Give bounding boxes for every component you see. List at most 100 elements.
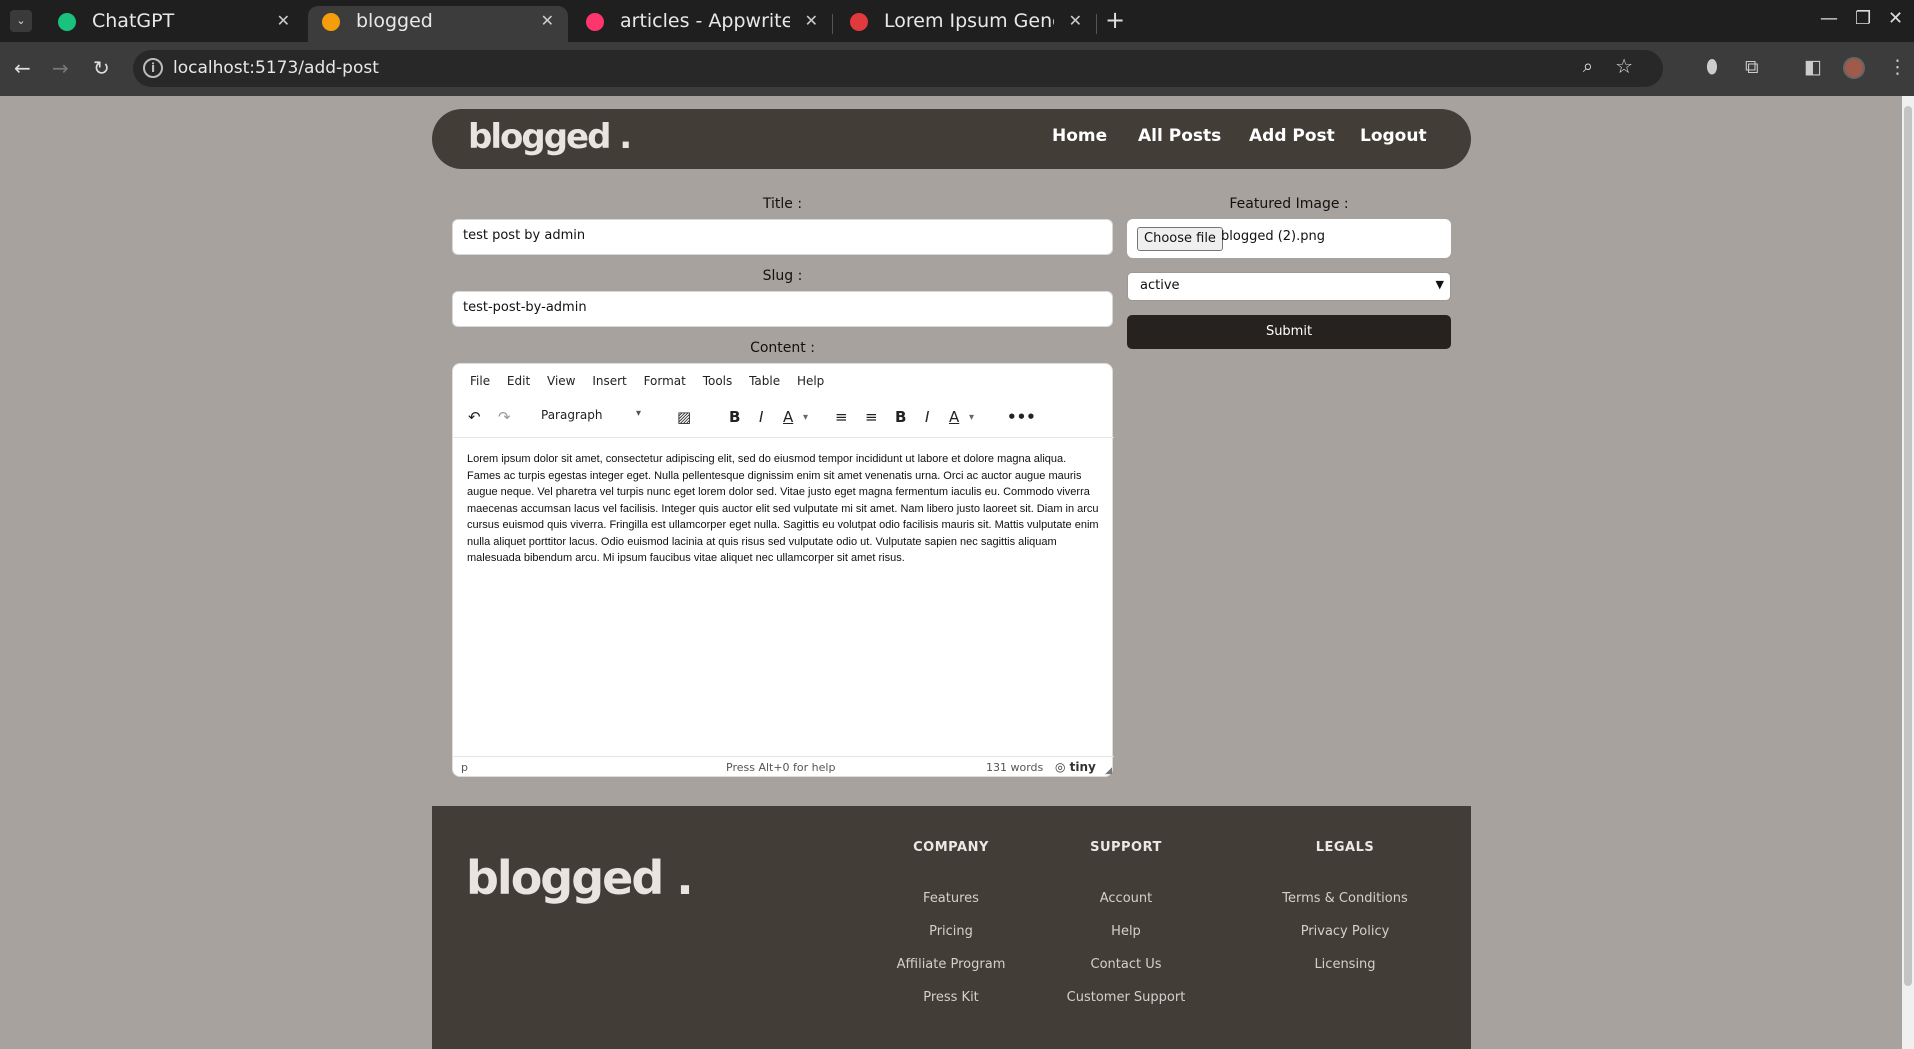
menu-insert[interactable]: Insert <box>592 374 626 388</box>
chevron-down-icon: ▾ <box>635 408 641 419</box>
page-scrollbar[interactable] <box>1902 96 1914 1049</box>
text-color-icon[interactable]: A <box>949 408 959 426</box>
undo-icon[interactable]: ↶ <box>468 408 481 426</box>
footer-link[interactable]: Licensing <box>1255 957 1435 976</box>
footer-link[interactable]: Pricing <box>861 924 1041 943</box>
nav-home[interactable]: Home <box>1052 126 1107 146</box>
footer-logo[interactable]: blogged . <box>466 851 694 905</box>
status-value: active <box>1140 278 1180 293</box>
editor-menubar: File Edit View Insert Format Tools Table… <box>470 374 837 388</box>
profile-avatar[interactable] <box>1843 57 1865 79</box>
menu-edit[interactable]: Edit <box>507 374 530 388</box>
element-path[interactable]: p <box>461 761 468 774</box>
italic-icon[interactable]: I <box>925 408 929 426</box>
tab-chatgpt[interactable]: ChatGPT ✕ <box>44 6 304 42</box>
brand-text: tiny <box>1069 760 1096 774</box>
footer-heading: SUPPORT <box>1090 840 1162 855</box>
choose-file-button[interactable]: Choose file <box>1137 227 1223 251</box>
redo-icon[interactable]: ↷ <box>498 408 511 426</box>
submit-button[interactable]: Submit <box>1127 315 1451 349</box>
footer-link[interactable]: Contact Us <box>1036 957 1216 976</box>
close-window-icon[interactable]: ✕ <box>1888 8 1903 29</box>
close-tab-icon[interactable]: ✕ <box>541 6 554 36</box>
reload-icon[interactable]: ↻ <box>93 56 110 80</box>
footer-link[interactable]: Help <box>1036 924 1216 943</box>
word-count[interactable]: 131 words <box>986 761 1043 774</box>
align-center-icon[interactable]: ≡ <box>865 408 878 426</box>
footer-column-company: COMPANY Features Pricing Affiliate Progr… <box>861 840 1041 1009</box>
tab-blogged[interactable]: blogged ✕ <box>308 6 568 42</box>
text-color-icon[interactable]: A <box>783 408 793 426</box>
bookmark-star-icon[interactable]: ☆ <box>1615 54 1633 78</box>
footer-link[interactable]: Press Kit <box>861 990 1041 1009</box>
content-label: Content : <box>750 340 815 356</box>
browser-menu-icon[interactable]: ⋮ <box>1888 56 1907 78</box>
site-logo[interactable]: blogged . <box>468 117 632 157</box>
slug-input[interactable]: test-post-by-admin <box>452 291 1113 327</box>
browser-tab-bar: ⌄ ChatGPT ✕ blogged ✕ articles - Appwrit… <box>0 0 1914 42</box>
tab-lorem-ipsum[interactable]: Lorem Ipsum Generato ✕ <box>836 6 1096 42</box>
tab-title: blogged <box>356 10 433 32</box>
menu-table[interactable]: Table <box>749 374 780 388</box>
block-format-select[interactable]: Paragraph ▾ <box>541 408 641 422</box>
side-panel-icon[interactable]: ◧ <box>1804 56 1822 78</box>
back-icon[interactable]: ← <box>14 56 31 80</box>
appwrite-favicon-icon <box>586 13 604 31</box>
featured-image-input[interactable]: Choose file blogged (2).png <box>1127 219 1451 258</box>
menu-file[interactable]: File <box>470 374 490 388</box>
site-info-icon[interactable]: i <box>143 58 163 78</box>
chevron-down-icon[interactable]: ▾ <box>803 412 808 423</box>
bold-icon[interactable]: B <box>895 408 906 426</box>
menu-tools[interactable]: Tools <box>703 374 733 388</box>
new-tab-icon[interactable]: + <box>1105 6 1125 34</box>
menu-format[interactable]: Format <box>644 374 686 388</box>
footer-link[interactable]: Account <box>1036 891 1216 910</box>
extensions-puzzle-icon[interactable]: ⧉ <box>1745 56 1759 78</box>
footer-column-legals: LEGALS Terms & Conditions Privacy Policy… <box>1255 840 1435 976</box>
nav-logout[interactable]: Logout <box>1360 126 1427 146</box>
forward-icon[interactable]: → <box>52 56 69 80</box>
footer-link[interactable]: Terms & Conditions <box>1255 891 1435 910</box>
url-text[interactable]: localhost:5173/add-post <box>173 58 379 78</box>
footer-link[interactable]: Features <box>861 891 1041 910</box>
align-left-icon[interactable]: ≡ <box>835 408 848 426</box>
editor-content[interactable]: Lorem ipsum dolor sit amet, consectetur … <box>467 451 1101 567</box>
menu-help[interactable]: Help <box>797 374 824 388</box>
restore-icon[interactable]: ❐ <box>1855 8 1871 29</box>
browser-toolbar: ← → ↻ i localhost:5173/add-post ⌕ ☆ ⬮ ⧉ … <box>0 42 1914 96</box>
resize-handle-icon[interactable]: ◢ <box>1105 766 1112 776</box>
insert-image-icon[interactable]: ▨ <box>677 408 691 426</box>
zoom-icon[interactable]: ⌕ <box>1583 56 1593 77</box>
italic-icon[interactable]: I <box>759 408 763 426</box>
blogged-favicon-icon <box>322 13 340 31</box>
tab-title: ChatGPT <box>92 10 175 32</box>
tab-list-button[interactable]: ⌄ <box>10 10 32 32</box>
minimize-icon[interactable]: — <box>1820 8 1838 29</box>
close-tab-icon[interactable]: ✕ <box>1069 6 1082 36</box>
tab-appwrite[interactable]: articles - Appwrite ✕ <box>572 6 832 42</box>
more-options-icon[interactable]: ••• <box>1007 408 1036 426</box>
footer-link[interactable]: Privacy Policy <box>1255 924 1435 943</box>
address-bar[interactable]: i localhost:5173/add-post ⌕ ☆ <box>133 50 1663 87</box>
footer-link[interactable]: Affiliate Program <box>861 957 1041 976</box>
help-hint: Press Alt+0 for help <box>726 761 836 774</box>
nav-add-post[interactable]: Add Post <box>1249 126 1335 146</box>
footer-link[interactable]: Customer Support <box>1036 990 1216 1009</box>
title-input[interactable]: test post by admin <box>452 219 1113 255</box>
tab-separator <box>1096 14 1097 34</box>
title-label: Title : <box>762 196 803 212</box>
file-name: blogged (2).png <box>1221 229 1325 244</box>
close-tab-icon[interactable]: ✕ <box>277 6 290 36</box>
block-format-value: Paragraph <box>541 408 603 422</box>
tiny-logo[interactable]: ◎ tiny <box>1055 760 1096 774</box>
rich-text-editor[interactable]: File Edit View Insert Format Tools Table… <box>452 363 1114 777</box>
close-tab-icon[interactable]: ✕ <box>805 6 818 36</box>
bold-icon[interactable]: B <box>729 408 740 426</box>
chevron-down-icon[interactable]: ▾ <box>969 412 974 423</box>
extension-icon[interactable]: ⬮ <box>1706 56 1718 78</box>
status-select[interactable]: active ▼ <box>1127 272 1451 301</box>
scrollbar-thumb[interactable] <box>1904 106 1912 986</box>
nav-all-posts[interactable]: All Posts <box>1138 126 1221 146</box>
tab-title: articles - Appwrite <box>620 10 790 32</box>
menu-view[interactable]: View <box>547 374 575 388</box>
